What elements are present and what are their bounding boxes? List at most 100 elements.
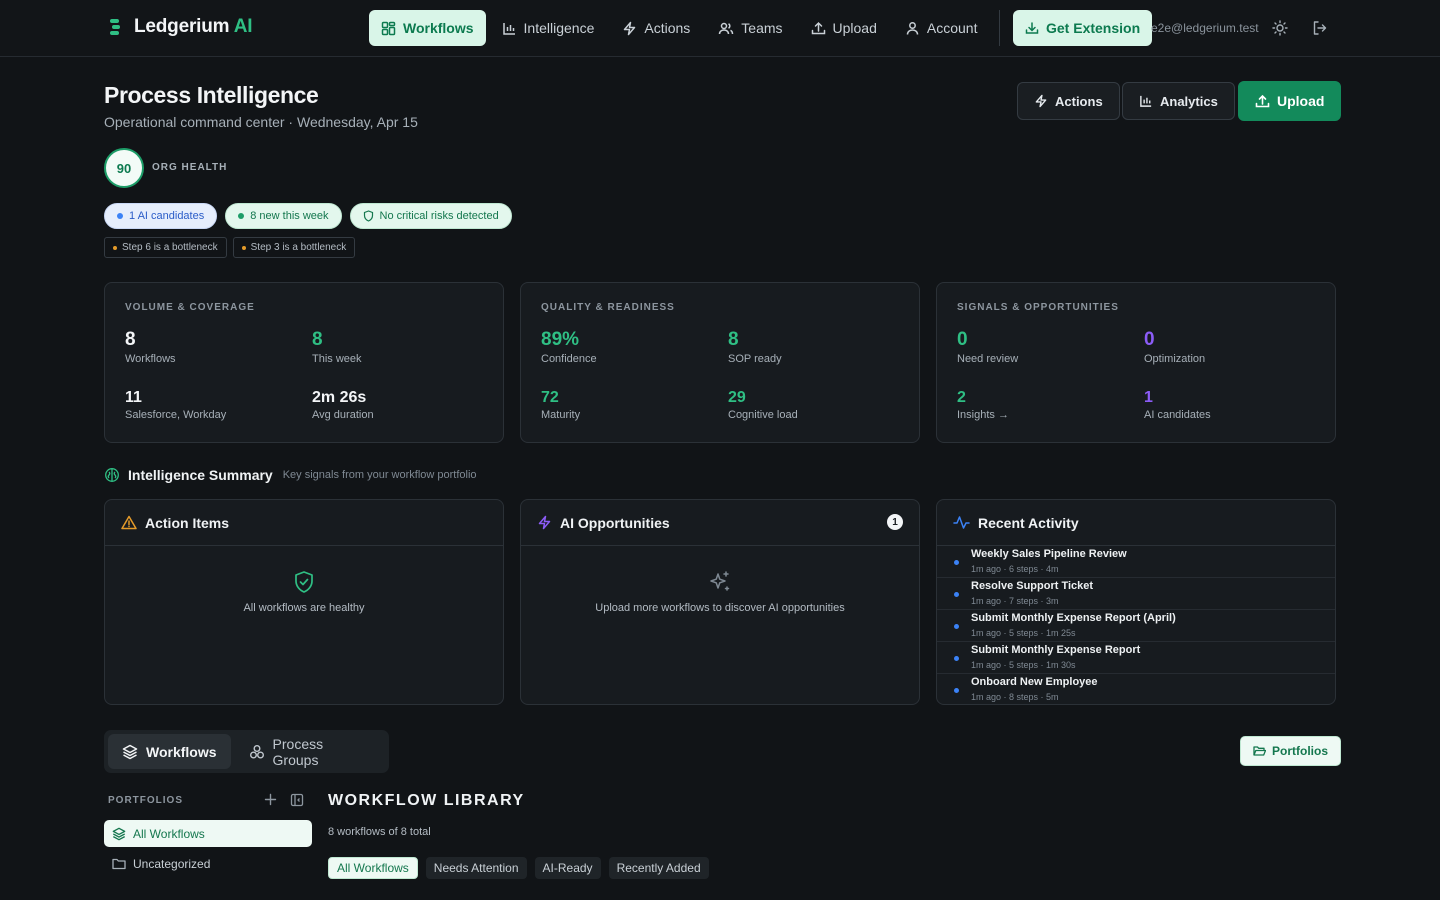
metric-sop-ready: 8 SOP ready xyxy=(728,329,782,365)
metric-label: Workflows xyxy=(125,353,176,365)
brand[interactable]: Ledgerium AI xyxy=(108,16,253,38)
activity-row[interactable]: Submit Monthly Expense Report (April) 1m… xyxy=(937,610,1335,642)
page-subtitle: Operational command center · Wednesday, … xyxy=(104,114,418,130)
status-dot xyxy=(238,213,245,219)
activity-title: Weekly Sales Pipeline Review xyxy=(971,548,1127,560)
new-this-week-chip[interactable]: 8 new this week xyxy=(225,203,342,229)
collapse-sidebar-button[interactable] xyxy=(290,793,304,807)
actions-button[interactable]: Actions xyxy=(1017,82,1120,120)
metric-label: Insights → xyxy=(957,409,1009,421)
sun-icon xyxy=(1272,20,1288,36)
user-icon xyxy=(905,21,920,36)
quality-readiness-card: QUALITY & READINESS 89% Confidence 8 SOP… xyxy=(520,282,920,443)
nav-workflows[interactable]: Workflows xyxy=(369,10,486,46)
layers-icon xyxy=(112,827,126,841)
theme-toggle-button[interactable] xyxy=(1272,20,1288,36)
empty-message: All workflows are healthy xyxy=(243,602,365,614)
logout-button[interactable] xyxy=(1312,20,1328,36)
metric-value: 2m 26s xyxy=(312,389,367,406)
filter-ai-ready[interactable]: AI-Ready xyxy=(534,857,601,879)
no-risks-chip[interactable]: No critical risks detected xyxy=(349,203,512,229)
tag-label: Step 3 is a bottleneck xyxy=(250,242,347,253)
logout-icon xyxy=(1312,20,1328,36)
metric-label: Maturity xyxy=(541,409,581,421)
nav-divider xyxy=(999,10,1000,46)
metric-cognitive-load: 29 Cognitive load xyxy=(728,389,798,421)
library-tabs: Workflows Process Groups xyxy=(104,730,389,773)
metric-value: 72 xyxy=(541,389,559,406)
add-portfolio-button[interactable] xyxy=(264,793,277,806)
warning-icon xyxy=(121,515,137,530)
bar-chart-icon xyxy=(1139,94,1153,108)
metric-ai-candidates: 1 AI candidates xyxy=(1144,389,1211,421)
tag-label: Step 6 is a bottleneck xyxy=(122,242,218,253)
filter-needs-attention[interactable]: Needs Attention xyxy=(425,857,527,879)
metric-label: AI candidates xyxy=(1144,409,1211,421)
metric-insights[interactable]: 2 Insights → xyxy=(957,389,1009,421)
layers-icon xyxy=(122,744,138,760)
analytics-button[interactable]: Analytics xyxy=(1122,82,1235,120)
metric-value: 0 xyxy=(957,329,968,350)
nav-intelligence[interactable]: Intelligence xyxy=(490,10,607,46)
upload-button[interactable]: Upload xyxy=(1238,81,1342,121)
tab-process-groups[interactable]: Process Groups xyxy=(235,734,385,769)
bottleneck-tag[interactable]: Step 6 is a bottleneck xyxy=(104,237,227,258)
metric-value: 1 xyxy=(1144,389,1153,406)
brain-icon xyxy=(104,467,120,483)
panel-header: Action Items xyxy=(105,500,503,546)
nav-upload[interactable]: Upload xyxy=(799,10,889,46)
analytics-label: Analytics xyxy=(1160,93,1218,109)
filter-recently-added[interactable]: Recently Added xyxy=(608,857,709,879)
boxes-icon xyxy=(249,744,265,760)
activity-title: Submit Monthly Expense Report xyxy=(971,644,1141,656)
ai-candidates-chip[interactable]: 1 AI candidates xyxy=(104,203,218,229)
metric-value: 11 xyxy=(125,389,142,406)
metric-avg-duration: 2m 26s Avg duration xyxy=(312,389,374,421)
activity-title: Submit Monthly Expense Report (April) xyxy=(971,612,1176,624)
nav-actions[interactable]: Actions xyxy=(610,10,702,46)
action-items-panel: Action Items All workflows are healthy xyxy=(104,499,504,705)
portfolio-all-workflows[interactable]: All Workflows xyxy=(104,820,312,847)
actions-label: Actions xyxy=(1055,93,1103,109)
metric-this-week: 8 This week xyxy=(312,329,362,365)
filter-all-workflows[interactable]: All Workflows xyxy=(328,857,418,879)
workflow-library-title: WORKFLOW LIBRARY xyxy=(328,792,525,809)
activity-meta: 1m ago · 8 steps · 5m xyxy=(971,692,1059,702)
top-bar: Ledgerium AI Workflows Intelligence Acti… xyxy=(0,0,1440,57)
metric-value: 0 xyxy=(1144,329,1155,350)
bolt-icon xyxy=(537,515,552,530)
nav-account[interactable]: Account xyxy=(893,10,990,46)
org-health-label: ORG HEALTH xyxy=(152,162,228,173)
portfolio-label: All Workflows xyxy=(133,826,205,841)
bottleneck-tag[interactable]: Step 3 is a bottleneck xyxy=(232,237,356,258)
upload-label: Upload xyxy=(1277,93,1325,109)
activity-row[interactable]: Weekly Sales Pipeline Review 1m ago · 6 … xyxy=(937,546,1335,578)
user-email: e2e@ledgerium.test xyxy=(1151,21,1259,35)
activity-list: Weekly Sales Pipeline Review 1m ago · 6 … xyxy=(937,546,1335,704)
ai-opportunities-panel: AI Opportunities 1 Upload more workflows… xyxy=(520,499,920,705)
card-title: QUALITY & READINESS xyxy=(541,302,675,313)
metric-value: 8 xyxy=(728,329,739,350)
nav-teams[interactable]: Teams xyxy=(706,10,794,46)
metric-value: 2 xyxy=(957,389,966,406)
activity-meta: 1m ago · 7 steps · 3m xyxy=(971,596,1059,606)
activity-title: Resolve Support Ticket xyxy=(971,580,1094,592)
intelligence-summary-header: Intelligence Summary Key signals from yo… xyxy=(104,467,477,483)
card-title: SIGNALS & OPPORTUNITIES xyxy=(957,302,1119,313)
metric-need-review: 0 Need review xyxy=(957,329,1018,365)
nav-label: Actions xyxy=(644,20,691,36)
portfolios-label: Portfolios xyxy=(1272,744,1328,758)
volume-coverage-card: VOLUME & COVERAGE 8 Workflows 8 This wee… xyxy=(104,282,504,443)
portfolios-button[interactable]: Portfolios xyxy=(1240,736,1341,766)
tab-workflows[interactable]: Workflows xyxy=(108,734,231,769)
empty-state: Upload more workflows to discover AI opp… xyxy=(521,546,919,614)
folder-icon xyxy=(112,858,126,870)
portfolios-section-label: PORTFOLIOS xyxy=(108,795,183,806)
library-filters: All Workflows Needs Attention AI-Ready R… xyxy=(328,857,709,879)
activity-row[interactable]: Resolve Support Ticket 1m ago · 7 steps … xyxy=(937,578,1335,610)
activity-row[interactable]: Onboard New Employee 1m ago · 8 steps · … xyxy=(937,674,1335,704)
portfolio-uncategorized[interactable]: Uncategorized xyxy=(104,850,312,877)
activity-row[interactable]: Submit Monthly Expense Report 1m ago · 5… xyxy=(937,642,1335,674)
get-extension-button[interactable]: Get Extension xyxy=(1013,10,1153,46)
activity-icon xyxy=(953,515,970,530)
